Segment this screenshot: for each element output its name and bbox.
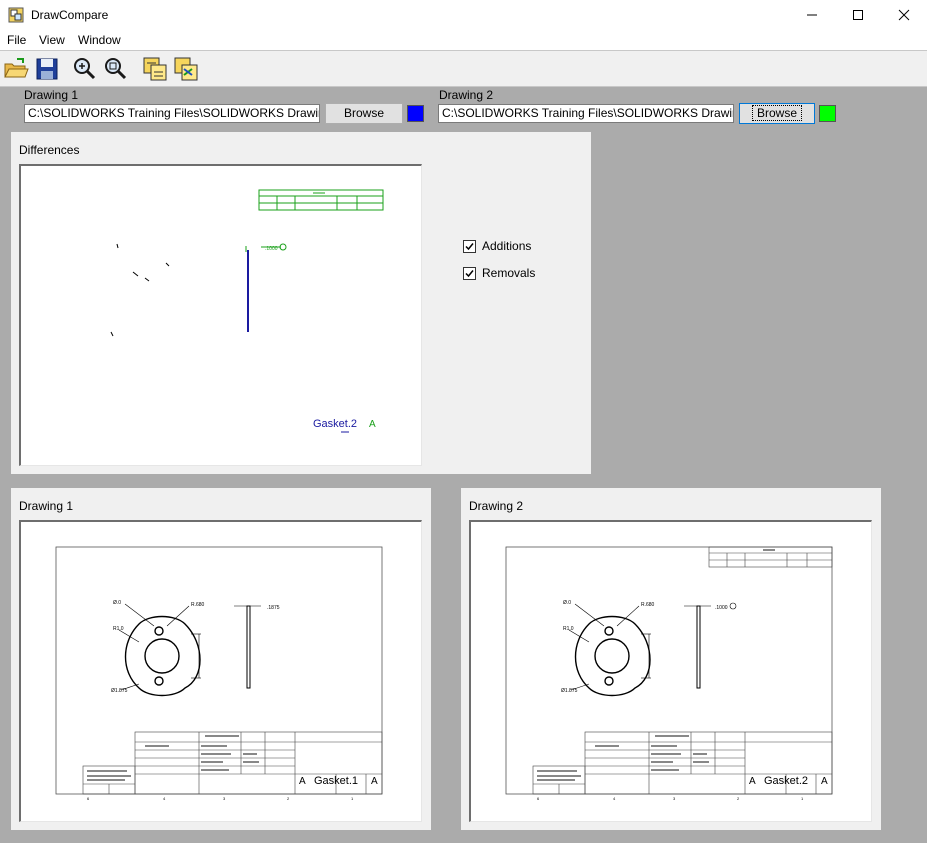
svg-text:3: 3 <box>673 796 676 801</box>
svg-text:R.680: R.680 <box>191 602 205 608</box>
side-by-side-compare-icon[interactable] <box>172 55 200 83</box>
svg-text:2: 2 <box>287 796 290 801</box>
drawing2-size: A <box>749 776 756 787</box>
toolbar <box>0 50 927 87</box>
svg-text:6: 6 <box>537 796 540 801</box>
svg-text:R1.0: R1.0 <box>563 626 574 632</box>
additions-check-icon[interactable] <box>463 239 476 253</box>
drawing1-sheet: Ø.0 R.680 R1.0 Ø1.875 .1875 A Gasket.1 A… <box>55 546 383 801</box>
svg-text:1: 1 <box>351 796 354 801</box>
drawing1-part-name: Gasket.1 <box>314 775 358 787</box>
drawing1-label: Drawing 1 <box>24 88 79 102</box>
drawing1-view[interactable]: Ø.0 R.680 R1.0 Ø1.875 .1875 A Gasket.1 A… <box>19 520 422 822</box>
drawing2-browse-button[interactable]: Browse <box>739 103 815 124</box>
removals-checkbox[interactable]: Removals <box>463 266 535 280</box>
drawing1-path-input[interactable]: C:\SOLIDWORKS Training Files\SOLIDWORKS … <box>24 104 320 123</box>
drawing1-panel: Drawing 1 Ø.0 R.680 R1.0 Ø1.875 .1875 A … <box>11 488 431 830</box>
drawing2-sheet: Ø.0 R.680 R1.0 Ø1.875 .1000 A Gasket.2 A… <box>505 546 833 801</box>
differences-overlay-drawing: .1000 Gasket.2 A <box>110 189 384 433</box>
maximize-button[interactable] <box>835 0 881 30</box>
drawing2-panel-title: Drawing 2 <box>469 499 524 513</box>
drawing2-rev: A <box>821 776 828 787</box>
drawing1-size: A <box>299 776 306 787</box>
additions-checkbox[interactable]: Additions <box>463 239 531 253</box>
differences-title: Differences <box>19 143 80 157</box>
drawing2-panel: Drawing 2 Ø.0 R.680 R1.0 Ø1.875 .1000 A … <box>461 488 881 830</box>
svg-text:R.680: R.680 <box>641 602 655 608</box>
svg-text:4: 4 <box>613 796 616 801</box>
close-button[interactable] <box>881 0 927 30</box>
differences-view[interactable]: .1000 Gasket.2 A <box>19 164 422 466</box>
svg-text:3: 3 <box>223 796 226 801</box>
drawing1-browse-button[interactable]: Browse <box>325 103 403 124</box>
svg-text:1: 1 <box>801 796 804 801</box>
removals-label: Removals <box>482 266 536 280</box>
menu-view[interactable]: View <box>39 33 65 47</box>
drawing1-panel-title: Drawing 1 <box>19 499 74 513</box>
menu-file[interactable]: File <box>7 33 26 47</box>
drawing1-color-swatch[interactable] <box>407 105 424 122</box>
svg-text:Ø1.875: Ø1.875 <box>561 688 578 694</box>
menu-bar: File View Window <box>0 30 927 50</box>
drawing2-view[interactable]: Ø.0 R.680 R1.0 Ø1.875 .1000 A Gasket.2 A… <box>469 520 872 822</box>
additions-label: Additions <box>482 239 532 253</box>
zoom-in-icon[interactable] <box>70 55 98 83</box>
close-icon <box>898 9 910 21</box>
drawing2-label: Drawing 2 <box>439 88 494 102</box>
removals-check-icon[interactable] <box>463 266 476 280</box>
minimize-icon <box>807 14 817 16</box>
drawing2-color-swatch[interactable] <box>819 105 836 122</box>
svg-text:Ø.0: Ø.0 <box>113 600 121 606</box>
svg-text:6: 6 <box>87 796 90 801</box>
overlay-compare-icon[interactable] <box>141 55 169 83</box>
app-icon <box>8 7 24 23</box>
svg-text:.1875: .1875 <box>267 605 280 611</box>
svg-text:Ø.0: Ø.0 <box>563 600 571 606</box>
zoom-fit-icon[interactable] <box>101 55 129 83</box>
save-icon[interactable] <box>33 55 61 83</box>
svg-text:.1000: .1000 <box>265 246 278 252</box>
svg-text:4: 4 <box>163 796 166 801</box>
title-bar: DrawCompare <box>0 0 927 30</box>
open-folder-icon[interactable] <box>2 55 30 83</box>
drawing2-path-input[interactable]: C:\SOLIDWORKS Training Files\SOLIDWORKS … <box>438 104 734 123</box>
svg-text:2: 2 <box>737 796 740 801</box>
svg-text:R1.0: R1.0 <box>113 626 124 632</box>
differences-panel: Differences .1000 Gasket.2 A Additions R… <box>11 132 591 474</box>
minimize-button[interactable] <box>789 0 835 30</box>
menu-window[interactable]: Window <box>78 33 121 47</box>
svg-text:Ø1.875: Ø1.875 <box>111 688 128 694</box>
differences-rev-text: A <box>369 419 376 430</box>
window-title: DrawCompare <box>31 8 109 22</box>
drawing2-part-name: Gasket.2 <box>764 775 808 787</box>
svg-text:.1000: .1000 <box>715 605 728 611</box>
differences-title-text: Gasket.2 <box>313 418 357 430</box>
maximize-icon <box>853 10 863 20</box>
drawing1-rev: A <box>371 776 378 787</box>
